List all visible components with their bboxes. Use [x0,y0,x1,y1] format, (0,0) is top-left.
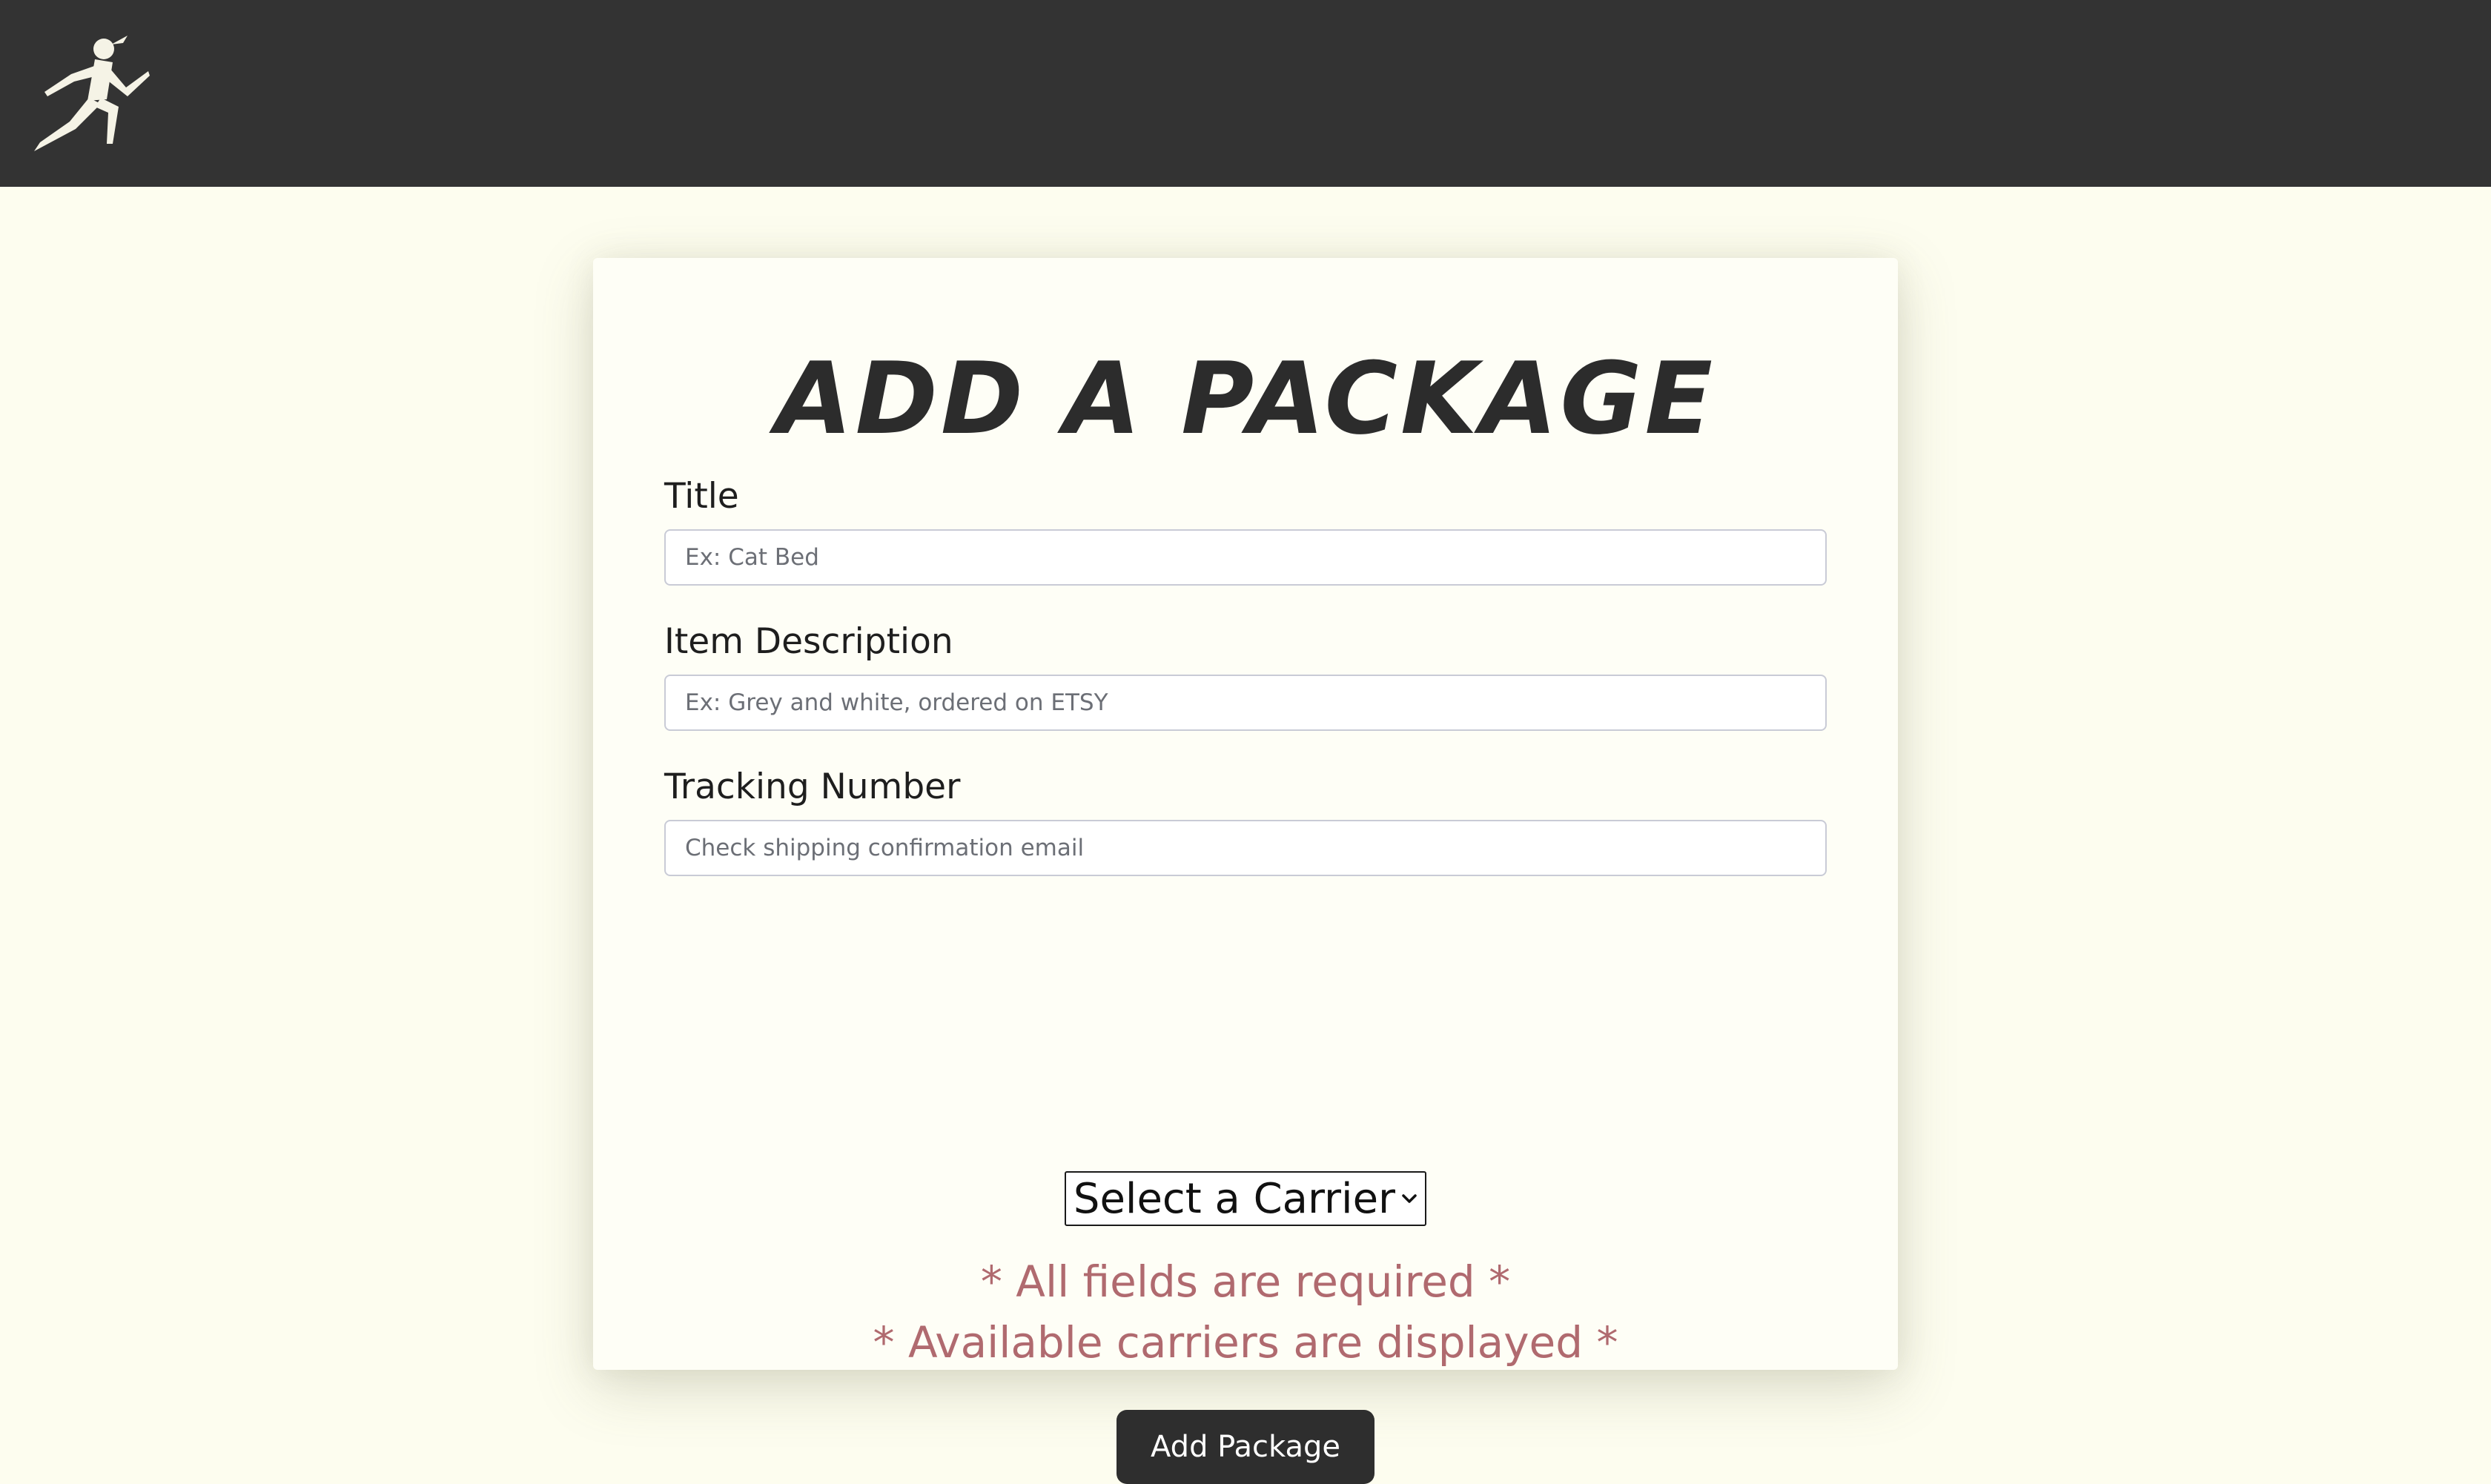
title-field-group: Title [664,474,1827,586]
running-figure-icon [34,36,150,151]
title-label: Title [664,476,739,517]
top-navbar [0,0,2491,187]
page-title: ADD A PACKAGE [775,341,1716,457]
required-fields-note: * All fields are required * [980,1256,1511,1307]
carrier-select-wrap: Select a Carrier [593,1171,1898,1226]
chevron-down-icon [1402,1194,1417,1203]
submit-wrap: Add Package [593,1410,1898,1484]
tracking-number-label: Tracking Number [664,766,961,807]
item-description-input[interactable] [664,675,1827,731]
title-input[interactable] [664,529,1827,586]
add-package-card: ADD A PACKAGE Title Item Description Tra… [593,258,1898,1484]
tracking-number-input[interactable] [664,820,1827,876]
carrier-select[interactable]: Select a Carrier [1064,1171,1427,1226]
form-notes: * All fields are required * * Available … [593,1251,1898,1373]
carrier-select-value: Select a Carrier [1073,1174,1396,1223]
available-carriers-note: * Available carriers are displayed * [873,1317,1618,1368]
tracking-field-group: Tracking Number [664,765,1827,876]
add-package-button[interactable]: Add Package [1117,1410,1374,1484]
item-description-label: Item Description [664,621,953,662]
description-field-group: Item Description [664,620,1827,731]
